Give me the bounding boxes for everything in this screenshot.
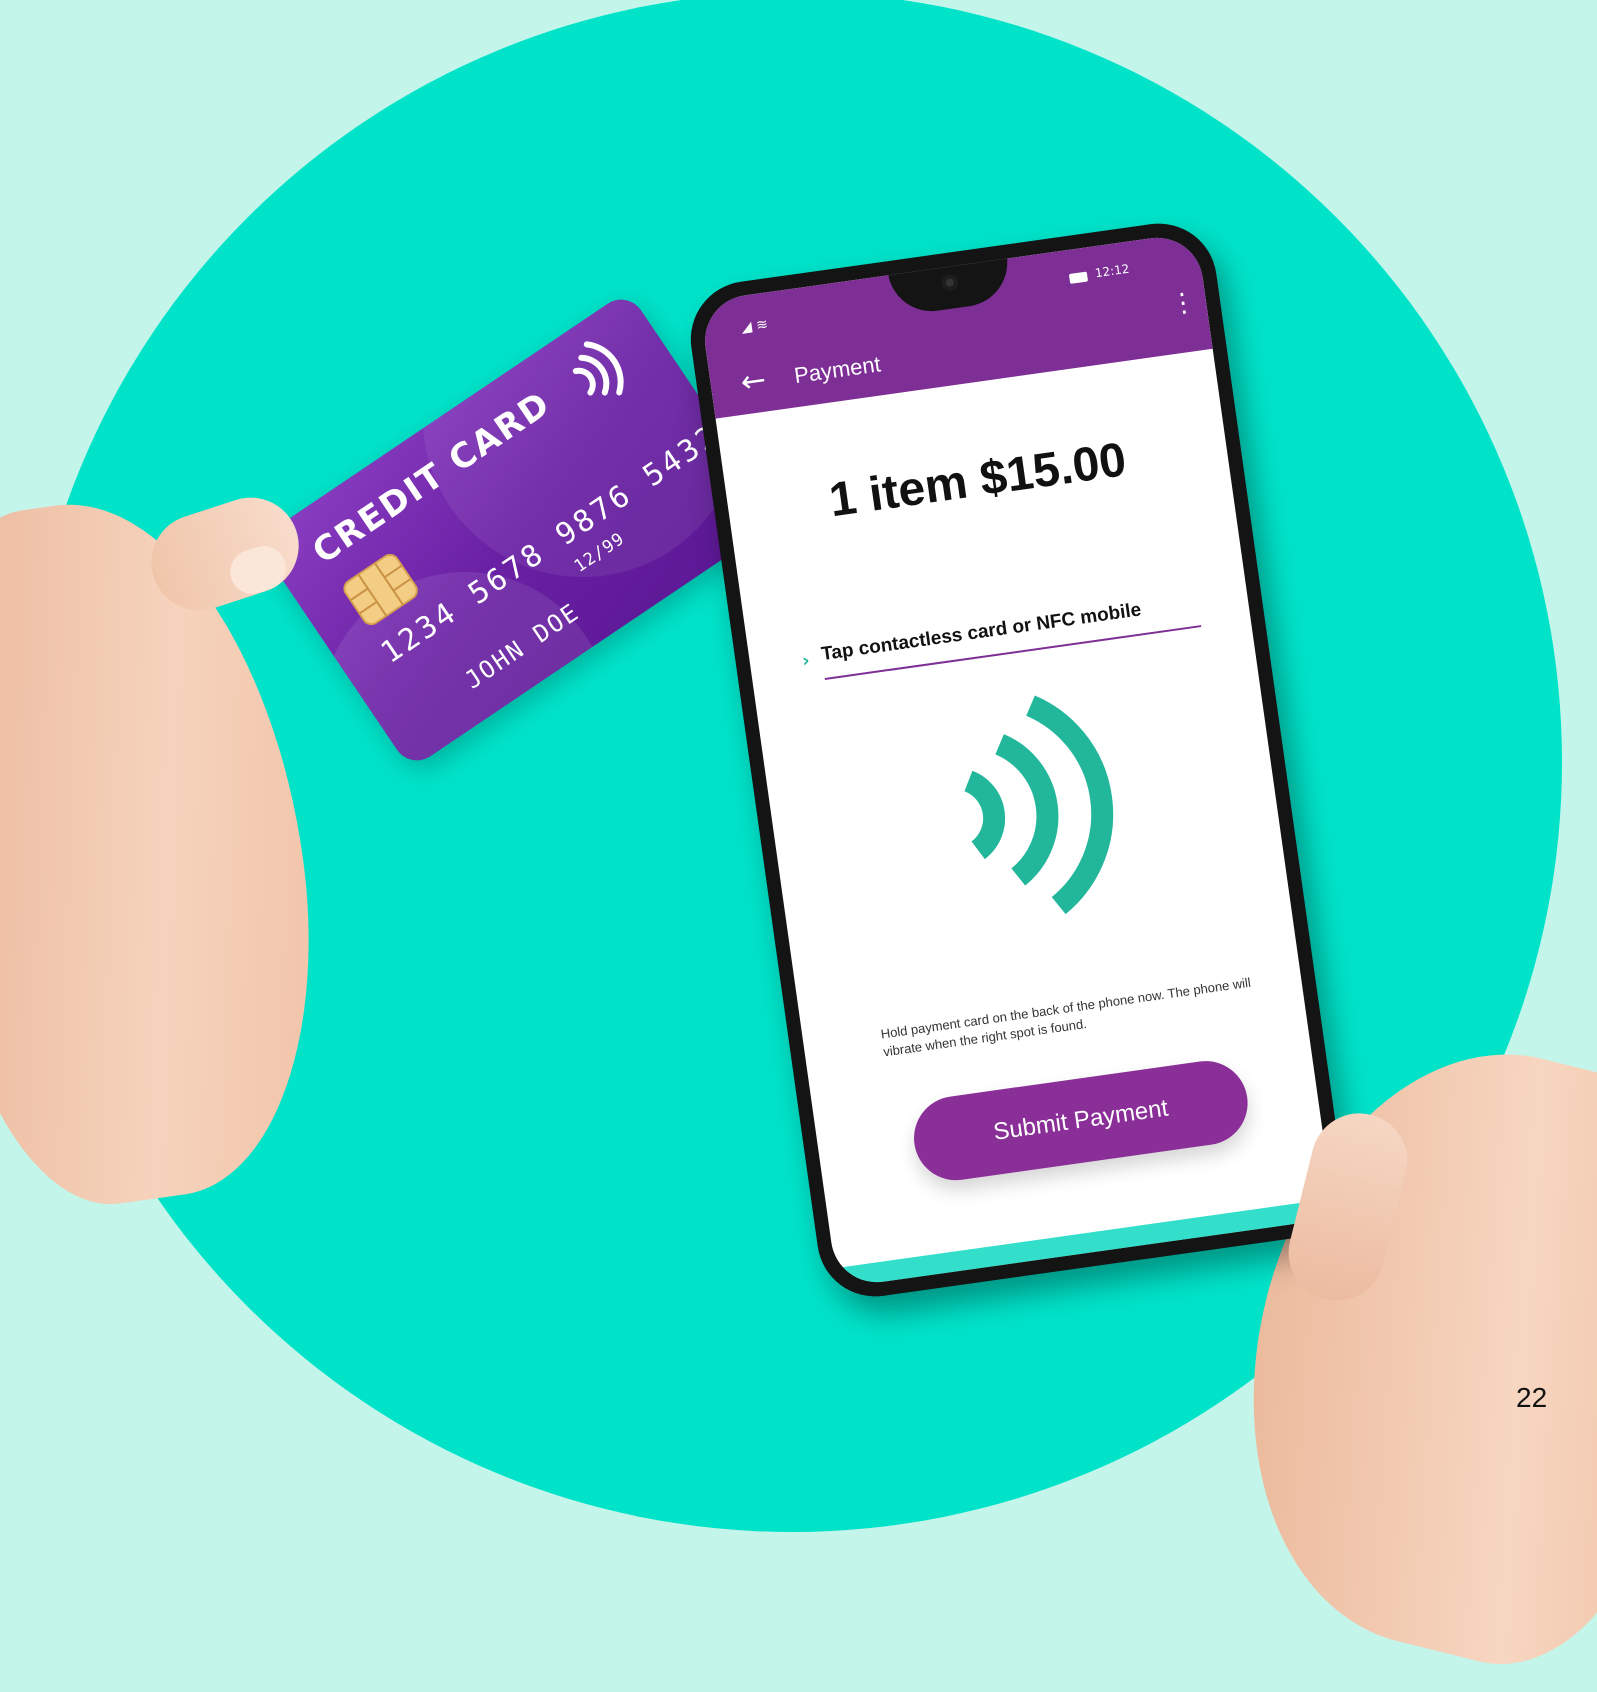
camera-icon: [940, 273, 959, 292]
more-vert-icon[interactable]: ⋮: [1168, 287, 1198, 320]
chevron-right-icon: ›: [800, 650, 812, 672]
tap-prompt-label: Tap contactless card or NFC mobile: [819, 599, 1143, 666]
hint-text: Hold payment card on the back of the pho…: [879, 974, 1252, 1060]
tap-prompt-field[interactable]: › Tap contactless card or NFC mobile: [801, 591, 1202, 680]
back-arrow-icon[interactable]: ←: [738, 362, 768, 400]
signal-icon: ◢ ≋: [740, 316, 770, 337]
appbar-title: Payment: [792, 351, 883, 389]
page-number: 22: [1516, 1382, 1548, 1413]
nfc-waves-icon: [963, 695, 1114, 915]
status-time: 12:12: [1094, 261, 1131, 281]
submit-payment-button[interactable]: Submit Payment: [908, 1055, 1254, 1186]
battery-icon: [1068, 271, 1089, 284]
item-summary: 1 item $15.00: [826, 433, 1130, 528]
